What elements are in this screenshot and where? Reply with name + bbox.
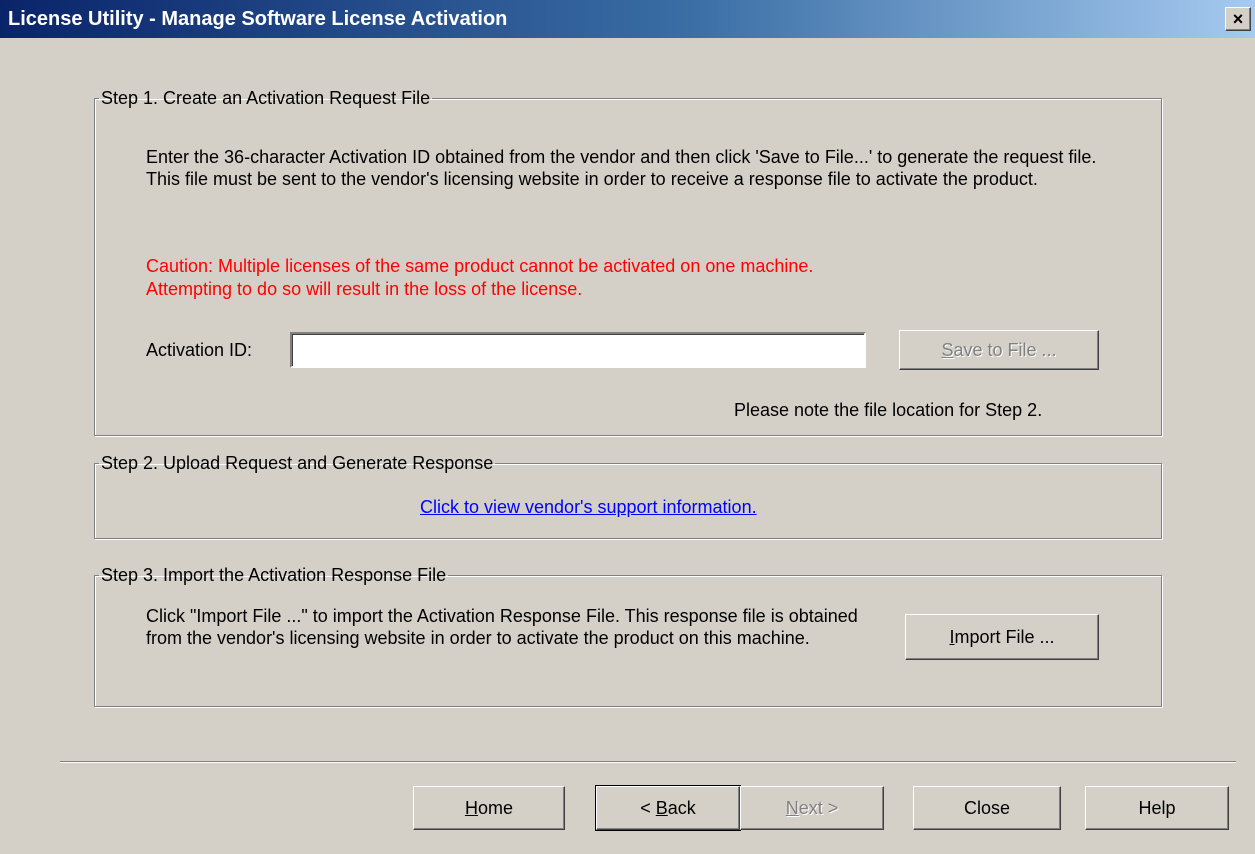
file-location-note: Please note the file location for Step 2… [734,400,1043,420]
step1-legend: Step 1. Create an Activation Request Fil… [101,88,431,108]
step3-description: Click "Import File ..." to import the Ac… [146,606,858,648]
import-file-button[interactable]: Import File ... [905,614,1099,660]
close-button[interactable]: Close [913,786,1061,830]
caution-line-1: Caution: Multiple licenses of the same p… [146,256,814,276]
next-label: Next > [785,797,839,818]
step2-group: Step 2. Upload Request and Generate Resp… [94,453,1162,539]
step1-description: Enter the 36-character Activation ID obt… [146,147,1097,189]
next-button[interactable]: Next > [740,786,884,830]
caution-line-2: Attempting to do so will result in the l… [146,279,583,299]
save-to-file-button[interactable]: Save to File ... [899,330,1099,370]
help-button[interactable]: Help [1085,786,1229,830]
activation-id-label: Activation ID: [146,340,253,360]
home-label: Home [464,797,513,818]
activation-id-input[interactable] [290,332,866,368]
save-to-file-label: Save to File ... [941,339,1057,360]
title-bar[interactable]: License Utility - Manage Software Licens… [0,0,1255,38]
import-file-label: Import File ... [949,626,1055,647]
back-button[interactable]: < Back [595,785,741,831]
window-title: License Utility - Manage Software Licens… [8,8,508,30]
step2-legend: Step 2. Upload Request and Generate Resp… [101,453,494,473]
back-label: < Back [640,797,696,818]
close-icon[interactable]: × [1225,7,1251,31]
footer-separator [60,761,1236,763]
home-button[interactable]: Home [413,786,565,830]
step3-legend: Step 3. Import the Activation Response F… [101,565,447,585]
vendor-support-link[interactable]: Click to view vendor's support informati… [420,497,757,518]
